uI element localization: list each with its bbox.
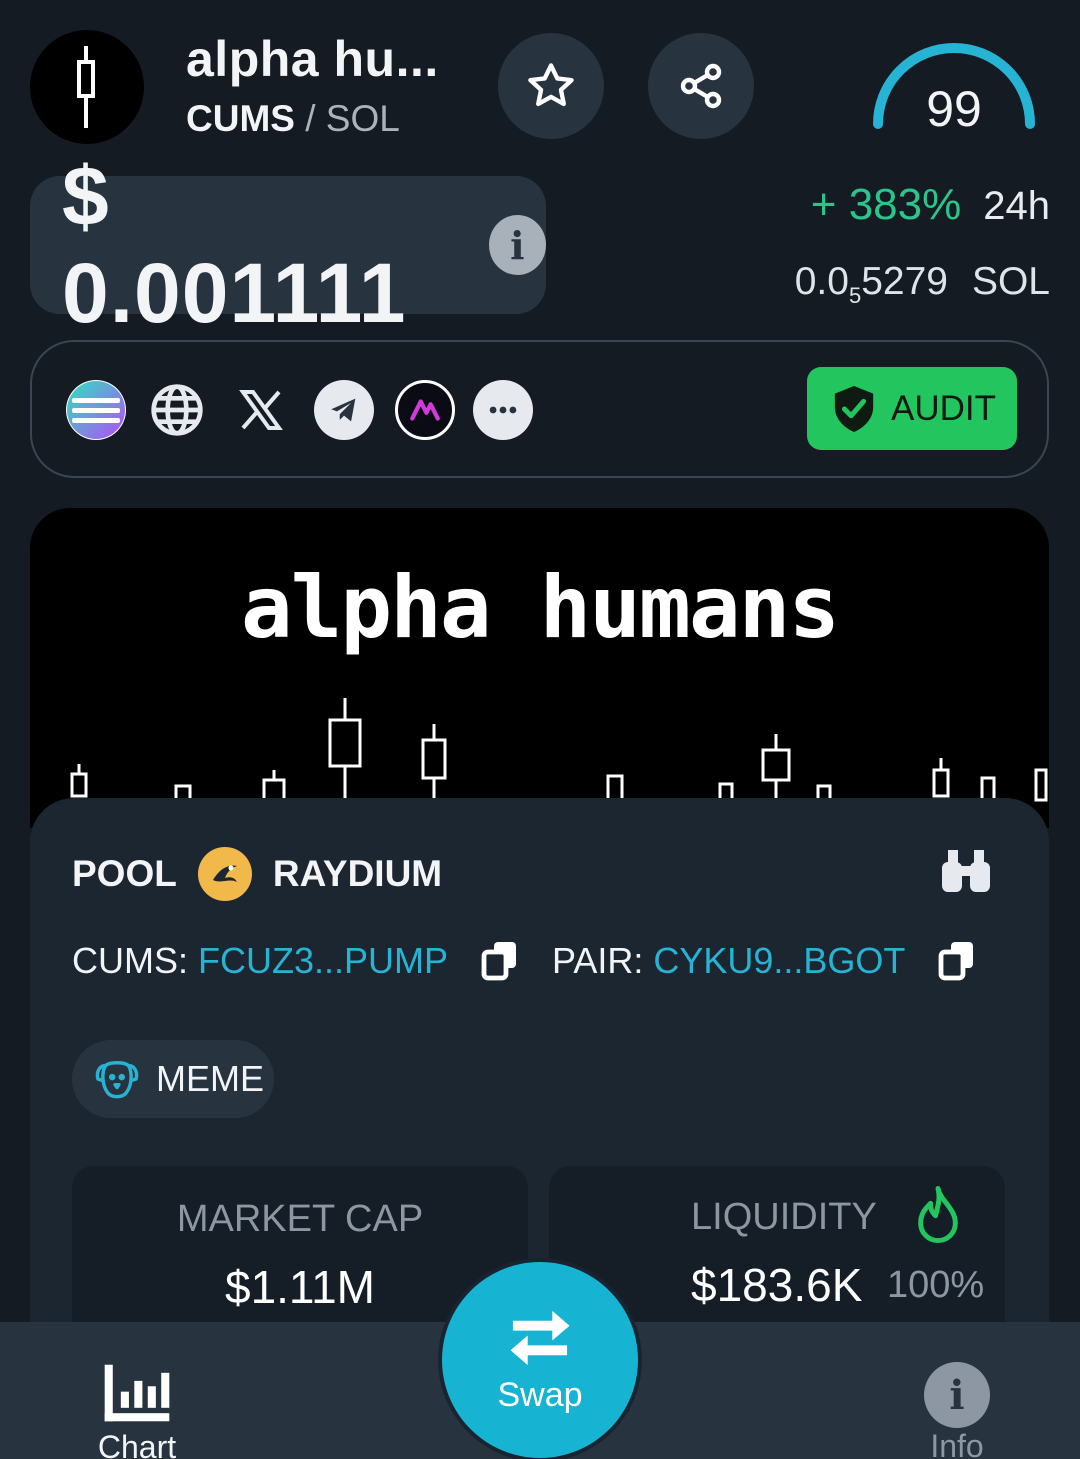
liquidity-value: $183.6K <box>691 1259 863 1311</box>
nav-info-label: Info <box>930 1428 984 1459</box>
liquidity-percent: 100% <box>887 1264 985 1306</box>
pair-address-row: PAIR: CYKU9...BGOT <box>552 940 977 982</box>
more-icon[interactable] <box>473 380 533 440</box>
chart-icon <box>104 1364 170 1422</box>
copy-icon[interactable] <box>937 940 977 982</box>
token-address-label: CUMS: <box>72 940 188 981</box>
price-change-value: + 383% <box>810 180 962 229</box>
share-button[interactable] <box>648 33 754 139</box>
price-sol-unit: SOL <box>971 260 1050 303</box>
price-sol-value: 0.055279 <box>794 260 948 308</box>
info-icon: i <box>924 1362 990 1428</box>
shield-check-icon <box>834 385 874 432</box>
pair-address-value[interactable]: CYKU9...BGOT <box>653 940 905 982</box>
price-usd: $ 0.001111 <box>62 149 407 340</box>
candles-illustration-icon <box>70 698 1048 808</box>
audit-button[interactable]: AUDIT <box>807 367 1017 450</box>
price-info-icon[interactable]: i <box>488 215 546 275</box>
globe-icon[interactable] <box>147 380 207 440</box>
favorite-button[interactable] <box>498 33 604 139</box>
nav-info[interactable]: i Info <box>912 1362 1002 1459</box>
copy-icon[interactable] <box>480 940 520 982</box>
price-box: $ 0.001111 i <box>30 149 546 340</box>
token-logo <box>30 30 144 144</box>
dog-icon <box>95 1061 139 1099</box>
price-change-period: 24h <box>983 184 1050 228</box>
nav-chart[interactable]: Chart <box>84 1362 190 1459</box>
quote-symbol: SOL <box>325 98 400 139</box>
token-pair: CUMS / SOL <box>186 98 400 140</box>
binoculars-icon[interactable] <box>938 846 994 899</box>
moonshot-icon[interactable] <box>395 380 455 440</box>
raydium-icon <box>197 847 252 901</box>
star-icon <box>528 63 574 107</box>
price-change: + 383% 24h <box>811 180 1050 230</box>
swap-arrows-icon <box>510 1310 570 1365</box>
pool-row: POOL RAYDIUM <box>72 846 442 902</box>
telegram-icon[interactable] <box>314 380 374 440</box>
liquidity-label: LIQUIDITY <box>691 1196 877 1238</box>
pair-address-label: PAIR: <box>552 940 644 981</box>
flame-icon <box>918 1186 958 1244</box>
token-symbol: CUMS <box>186 98 295 139</box>
pool-label: POOL <box>72 853 177 894</box>
share-icon <box>680 63 722 109</box>
meme-tag-label: MEME <box>156 1058 264 1099</box>
x-icon[interactable] <box>231 380 291 440</box>
meme-tag[interactable]: MEME <box>72 1040 274 1118</box>
pair-separator: / <box>305 98 316 139</box>
score-gauge[interactable]: 99 <box>866 40 1042 140</box>
candle-logo-icon <box>77 46 95 128</box>
token-address-row: CUMS: FCUZ3...PUMP <box>72 940 520 982</box>
nav-chart-label: Chart <box>97 1429 177 1459</box>
price-sol: 0.055279 SOL <box>795 260 1050 309</box>
token-name: alpha hu... <box>186 31 439 87</box>
swap-button[interactable]: Swap <box>442 1262 638 1458</box>
market-cap-label: MARKET CAP <box>176 1198 424 1240</box>
token-address-value[interactable]: FCUZ3...PUMP <box>198 940 448 982</box>
audit-label: AUDIT <box>891 388 996 428</box>
swap-label: Swap <box>497 1375 583 1414</box>
token-banner: alpha humans <box>30 508 1049 828</box>
solana-icon[interactable] <box>66 380 126 440</box>
pool-dex: RAYDIUM <box>272 853 443 894</box>
score-value: 99 <box>926 81 982 137</box>
